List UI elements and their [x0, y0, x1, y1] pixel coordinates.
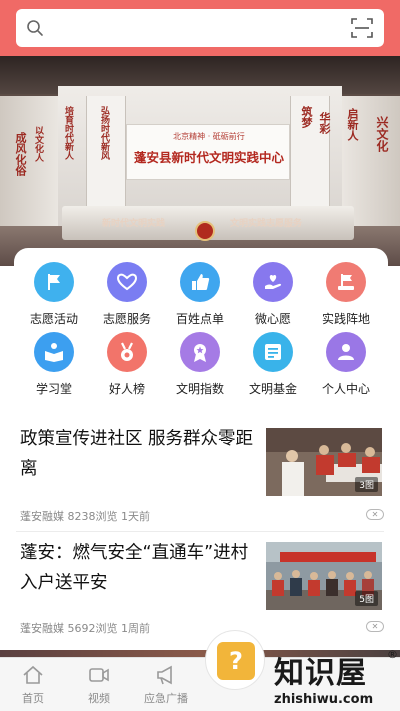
image-count-badge: 5图: [355, 591, 378, 606]
news-thumbnail: 5图: [266, 542, 382, 610]
menu-item-label: 微心愿: [254, 312, 291, 326]
tab-video[interactable]: 视频: [69, 658, 129, 711]
banner-desk-text: 新时代文明实践: [102, 219, 166, 229]
news-title: 蓬安：燃气安全“直通车”进村入户送平安: [20, 543, 249, 593]
banner-desk-text: 文明实践志愿服务: [230, 219, 303, 229]
menu-item-label: 志愿服务: [102, 312, 151, 326]
emblem-icon: [195, 221, 215, 241]
dismiss-icon[interactable]: ✕: [366, 509, 384, 520]
news-views: 8238浏览: [67, 510, 118, 523]
tab-label: 视频: [88, 692, 110, 705]
banner-wall-text: 兴文化: [375, 116, 389, 152]
banner-wall-text: 成风化俗: [14, 132, 27, 176]
banner-image[interactable]: 成风化俗 以文化人 培育时代新人 弘扬时代新风 筑梦 华彩 启新人 兴文化 北京…: [0, 56, 400, 266]
menu-item-label: 个人中心: [321, 382, 370, 396]
menu-item-label: 学习堂: [35, 382, 72, 396]
menu-item-public-order[interactable]: 百姓点单: [164, 262, 236, 334]
news-views: 5692浏览: [67, 622, 118, 635]
tab-label: 首页: [22, 692, 44, 705]
watermark-registered: ®: [387, 648, 398, 661]
watermark: 知识屋 zhishiwu.com ®: [262, 648, 400, 711]
medal-icon: [107, 332, 147, 372]
tab-label: 应急广播: [144, 692, 188, 705]
ribbon-icon: [180, 332, 220, 372]
help-button[interactable]: ?: [205, 630, 265, 690]
menu-item-micro-wish[interactable]: 微心愿: [237, 262, 309, 334]
thumbs-up-icon: [180, 262, 220, 302]
banner-wall-text: 筑梦: [300, 106, 313, 128]
menu-item-label: 文明基金: [248, 382, 297, 396]
heart-hand-icon: [253, 262, 293, 302]
watermark-title: 知识屋: [274, 656, 367, 691]
tab-home[interactable]: 首页: [3, 658, 63, 711]
home-icon: [23, 665, 43, 684]
app-root: 成风化俗 以文化人 培育时代新人 弘扬时代新风 筑梦 华彩 启新人 兴文化 北京…: [0, 0, 400, 711]
dismiss-icon[interactable]: ✕: [366, 621, 384, 632]
menu-item-civility-fund[interactable]: 文明基金: [237, 332, 309, 404]
menu-item-volunteer-activity[interactable]: 志愿活动: [18, 262, 90, 334]
news-item[interactable]: 蓬安：燃气安全“直通车”进村入户送平安 5图 蓬安融媒 5692浏览 1周前 ✕: [0, 532, 400, 642]
menu-item-study-hall[interactable]: 学习堂: [18, 332, 90, 404]
menu-grid: 志愿活动 志愿服务 百姓点单 微心愿 实践阵地 学习堂 好人榜 文明指数 文明基…: [14, 248, 388, 408]
banner-wall-text: 启新人: [346, 108, 359, 141]
banner-wall-text: 弘扬时代新风: [99, 106, 109, 160]
heart-hands-icon: [107, 262, 147, 302]
flag-stand-icon: [326, 262, 366, 302]
banner-small-text: 北京精神 · 砥砺前行: [173, 132, 245, 141]
news-time: 1周前: [121, 622, 150, 635]
menu-item-label: 文明指数: [175, 382, 224, 396]
news-meta: 蓬安融媒 5692浏览 1周前: [20, 620, 150, 636]
scan-icon[interactable]: [350, 17, 374, 39]
banner-wall-text: 以文化人: [33, 126, 43, 162]
news-title: 政策宣传进社区 服务群众零距离: [20, 429, 254, 479]
menu-item-label: 百姓点单: [175, 312, 224, 326]
tab-emergency-broadcast[interactable]: 应急广播: [136, 658, 196, 711]
menu-item-label: 好人榜: [108, 382, 145, 396]
flag-icon: [34, 262, 74, 302]
banner-center-sign: 北京精神 · 砥砺前行 蓬安县新时代文明实践中心: [126, 124, 290, 180]
header-bar: [0, 0, 400, 56]
news-time: 1天前: [121, 510, 150, 523]
person-icon: [326, 332, 366, 372]
banner-title: 蓬安县新时代文明实践中心: [133, 150, 284, 165]
image-count-badge: 3图: [355, 477, 378, 492]
menu-item-good-people[interactable]: 好人榜: [91, 332, 163, 404]
banner-wall-text: 培育时代新人: [63, 106, 73, 160]
menu-item-volunteer-service[interactable]: 志愿服务: [91, 262, 163, 334]
menu-item-label: 志愿活动: [29, 312, 78, 326]
news-meta: 蓬安融媒 8238浏览 1天前: [20, 508, 150, 524]
news-item[interactable]: 政策宣传进社区 服务群众零距离 3图 蓬安融媒 8238浏览 1天前 ✕: [0, 418, 400, 530]
video-icon: [89, 668, 109, 682]
news-source: 蓬安融媒: [20, 622, 64, 635]
news-thumbnail: 3图: [266, 428, 382, 496]
menu-item-personal-center[interactable]: 个人中心: [310, 332, 382, 404]
banner-wall-text: 华彩: [318, 112, 331, 134]
news-source: 蓬安融媒: [20, 510, 64, 523]
search-input[interactable]: [16, 9, 384, 47]
watermark-url: zhishiwu.com: [274, 692, 374, 707]
megaphone-icon: [157, 665, 172, 685]
menu-item-label: 实践阵地: [321, 312, 370, 326]
help-icon: ?: [217, 642, 255, 680]
menu-item-practice-base[interactable]: 实践阵地: [310, 262, 382, 334]
certificate-icon: [253, 332, 293, 372]
search-icon: [27, 20, 43, 36]
banner-left-wall: [0, 96, 60, 246]
menu-item-civility-index[interactable]: 文明指数: [164, 332, 236, 404]
reading-icon: [34, 332, 74, 372]
